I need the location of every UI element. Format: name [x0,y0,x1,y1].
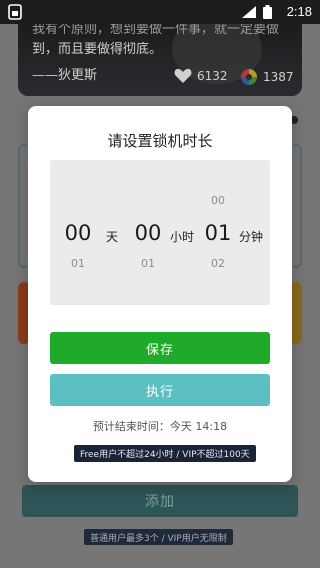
battery-icon [263,5,272,19]
hours-next-value[interactable]: 01 [128,257,168,270]
add-limit-note: 普通用户最多3个 / VIP用户无限制 [84,529,233,545]
minutes-prev-value[interactable]: 00 [198,194,238,207]
status-bar: 2:18 [0,0,320,24]
execute-button[interactable]: 执行 [50,374,270,406]
views-count: 1387 [263,70,294,84]
minutes-selected-value[interactable]: 01 [198,221,238,245]
duration-limit-note: Free用户不超过24小时 / VIP不超过100天 [74,445,256,462]
minutes-next-value[interactable]: 02 [198,257,238,270]
unit-minute-label: 分钟 [239,230,264,244]
save-button[interactable]: 保存 [50,332,270,364]
add-button[interactable]: 添加 [22,485,298,517]
clock: 2:18 [286,4,312,19]
quote-author: ——狄更斯 [32,68,98,83]
days-selected-value[interactable]: 00 [58,221,98,245]
unit-hour-label: 小时 [170,230,195,244]
unit-day-label: 天 [106,230,119,244]
aperture-icon [241,69,257,85]
app-icon [8,4,22,20]
dialog-title: 请设置锁机时长 [107,132,213,150]
lock-duration-dialog: 请设置锁机时长 00 01 天 00 01 小时 00 01 02 分钟 保存 … [28,106,292,482]
duration-picker: 00 01 天 00 01 小时 00 01 02 分钟 [50,160,270,305]
quote-card[interactable]: 我有个原则，想到要做一件事，就一定要做 到，而且要做得彻底。 ——狄更斯 613… [18,24,302,96]
days-next-value[interactable]: 01 [58,257,98,270]
hours-selected-value[interactable]: 00 [128,221,168,245]
views-stat[interactable]: 1387 [240,68,294,86]
quote-text-line-2: 到，而且要做得彻底。 [32,42,163,57]
likes-stat[interactable]: 6132 [174,68,228,84]
estimated-end-time: 预计结束时间：今天 14:18 [92,420,228,433]
quote-text-line-1: 我有个原则，想到要做一件事，就一定要做 [32,24,280,37]
heart-icon [174,68,192,83]
likes-count: 6132 [197,69,228,83]
wifi-signal-icon [242,6,256,18]
